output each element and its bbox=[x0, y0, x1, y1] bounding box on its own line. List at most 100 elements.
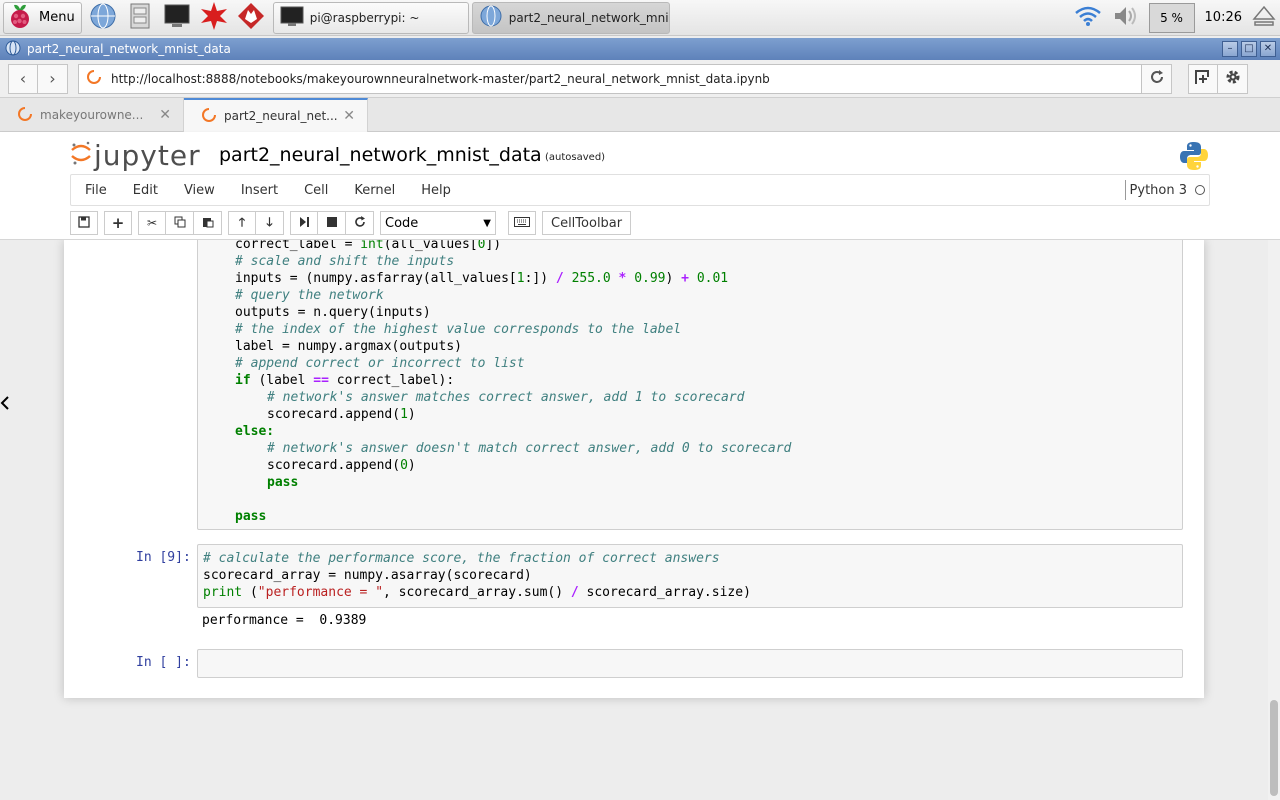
task-label: pi@raspberrypi: ~ bbox=[309, 10, 420, 25]
wolf-icon bbox=[236, 1, 266, 35]
run-cell-button[interactable] bbox=[290, 211, 318, 235]
cut-button[interactable]: ✂ bbox=[138, 211, 166, 235]
back-button[interactable]: ‹ bbox=[8, 63, 38, 94]
close-tab-icon[interactable]: ✕ bbox=[159, 107, 171, 123]
code-cell-9[interactable]: # calculate the performance score, the f… bbox=[197, 544, 1183, 608]
code-line: correct_label = int(all_values[0]) bbox=[235, 240, 502, 252]
code-line: label = numpy.argmax(outputs) bbox=[235, 339, 462, 354]
start-menu-button[interactable]: Menu bbox=[3, 1, 82, 34]
notebook-page: correct_label = int(all_values[0]) # sca… bbox=[64, 240, 1204, 698]
tab-part2-notebook[interactable]: part2_neural_net... ✕ bbox=[184, 98, 368, 132]
address-bar[interactable] bbox=[78, 63, 1142, 94]
file-cabinet-icon bbox=[128, 2, 152, 34]
jupyter-logo[interactable]: jupyter bbox=[70, 138, 201, 172]
floppy-icon bbox=[78, 215, 90, 231]
code-cell-8[interactable]: correct_label = int(all_values[0]) # sca… bbox=[197, 240, 1183, 530]
web-browser-launcher[interactable] bbox=[87, 2, 119, 34]
cell-type-value: Code bbox=[385, 215, 419, 231]
chevron-down-icon: ▼ bbox=[483, 217, 491, 229]
code-keyword: pass bbox=[267, 475, 299, 490]
menu-label: Menu bbox=[39, 10, 75, 25]
paste-button[interactable] bbox=[194, 211, 222, 235]
terminal-launcher[interactable] bbox=[161, 2, 193, 34]
jupyter-wordmark: jupyter bbox=[94, 138, 201, 172]
menu-cell[interactable]: Cell bbox=[291, 183, 341, 198]
insert-cell-button[interactable]: + bbox=[104, 211, 132, 235]
arrow-up-icon: 🡑 bbox=[238, 214, 246, 229]
code-line: scorecard_array = numpy.asarray(scorecar… bbox=[203, 568, 532, 583]
code-cell-10[interactable] bbox=[197, 649, 1183, 678]
wifi-icon[interactable] bbox=[1073, 4, 1103, 32]
red-star-icon bbox=[199, 1, 229, 35]
command-palette-button[interactable] bbox=[508, 211, 536, 235]
save-button[interactable] bbox=[70, 211, 98, 235]
menu-edit[interactable]: Edit bbox=[120, 183, 171, 198]
window-titlebar[interactable]: part2_neural_network_mnist_data – □ ✕ bbox=[0, 38, 1280, 60]
move-down-button[interactable]: 🡓 bbox=[256, 211, 284, 235]
stop-icon bbox=[326, 216, 338, 231]
task-terminal[interactable]: pi@raspberrypi: ~ bbox=[272, 1, 469, 34]
volume-icon[interactable] bbox=[1111, 4, 1141, 32]
plus-icon: + bbox=[111, 214, 125, 232]
minimize-button[interactable]: – bbox=[1222, 41, 1238, 57]
settings-button[interactable] bbox=[1218, 63, 1248, 94]
cell-10-prompt: In [ ]: bbox=[136, 655, 191, 670]
loading-spinner-icon bbox=[87, 69, 101, 88]
mathematica-launcher[interactable] bbox=[198, 1, 230, 35]
restart-icon bbox=[354, 215, 366, 231]
new-tab-button[interactable] bbox=[1188, 63, 1218, 94]
close-tab-icon[interactable]: ✕ bbox=[343, 108, 355, 124]
menu-file[interactable]: File bbox=[71, 183, 120, 198]
eject-icon[interactable] bbox=[1252, 5, 1276, 31]
code-line: inputs = (numpy.asfarray(all_values[1:])… bbox=[235, 271, 729, 286]
notebook-menubar: File Edit View Insert Cell Kernel Help P… bbox=[70, 174, 1210, 206]
arrow-down-icon: 🡓 bbox=[266, 214, 273, 229]
notebook-toolbar: + ✂ 🡑 🡓 Code ▼ CellToolbar bbox=[70, 210, 637, 236]
menu-kernel[interactable]: Kernel bbox=[341, 183, 408, 198]
menu-view[interactable]: View bbox=[171, 183, 228, 198]
gear-icon bbox=[1224, 68, 1242, 90]
code-line: print ("performance = ", scorecard_array… bbox=[203, 585, 751, 600]
kernel-idle-icon bbox=[1195, 185, 1205, 195]
globe-icon bbox=[479, 4, 503, 31]
code-keyword: pass bbox=[235, 509, 267, 524]
chevron-left-icon: ‹ bbox=[19, 69, 27, 88]
celltoolbar-button[interactable]: CellToolbar bbox=[542, 211, 632, 235]
close-button[interactable]: ✕ bbox=[1260, 41, 1276, 57]
raspberry-icon bbox=[7, 2, 33, 34]
file-manager-launcher[interactable] bbox=[124, 2, 156, 34]
clock[interactable]: 10:26 bbox=[1205, 10, 1242, 25]
restart-kernel-button[interactable] bbox=[346, 211, 374, 235]
resize-cursor-icon bbox=[0, 396, 10, 414]
jupyter-header: jupyter part2_neural_network_mnist_data … bbox=[0, 132, 1280, 240]
terminal-icon bbox=[163, 3, 191, 33]
notebook-area[interactable]: correct_label = int(all_values[0]) # sca… bbox=[0, 240, 1268, 800]
copy-button[interactable] bbox=[166, 211, 194, 235]
move-up-button[interactable]: 🡑 bbox=[228, 211, 256, 235]
globe-icon bbox=[89, 2, 117, 34]
url-input[interactable] bbox=[111, 71, 1121, 86]
forward-button[interactable]: › bbox=[38, 63, 68, 94]
tab-makeyourownneuralnetwork[interactable]: makeyourowne... ✕ bbox=[0, 98, 184, 132]
tab-label: part2_neural_net... bbox=[224, 109, 338, 123]
maximize-button[interactable]: □ bbox=[1241, 41, 1257, 57]
reload-icon bbox=[1149, 69, 1165, 89]
interrupt-kernel-button[interactable] bbox=[318, 211, 346, 235]
python-logo-icon bbox=[1178, 140, 1210, 176]
cell-9-output: performance = 0.9389 bbox=[202, 613, 367, 628]
browser-tabbar: makeyourowne... ✕ part2_neural_net... ✕ bbox=[0, 98, 1280, 132]
cpu-monitor[interactable]: 5 % bbox=[1148, 2, 1195, 33]
autosave-status: (autosaved) bbox=[545, 152, 606, 163]
menu-help[interactable]: Help bbox=[408, 183, 464, 198]
copy-icon bbox=[174, 216, 186, 231]
code-line: outputs = n.query(inputs) bbox=[235, 305, 431, 320]
wolfram-launcher[interactable] bbox=[235, 2, 267, 34]
task-browser[interactable]: part2_neural_network_mni... bbox=[471, 1, 670, 34]
cell-type-select[interactable]: Code ▼ bbox=[380, 211, 496, 235]
notebook-name[interactable]: part2_neural_network_mnist_data bbox=[219, 144, 542, 166]
scrollbar-thumb[interactable] bbox=[1270, 700, 1278, 796]
step-forward-icon bbox=[298, 216, 310, 231]
code-comment: # calculate the performance score, the f… bbox=[203, 551, 720, 566]
menu-insert[interactable]: Insert bbox=[228, 183, 291, 198]
reload-button[interactable] bbox=[1142, 63, 1172, 94]
